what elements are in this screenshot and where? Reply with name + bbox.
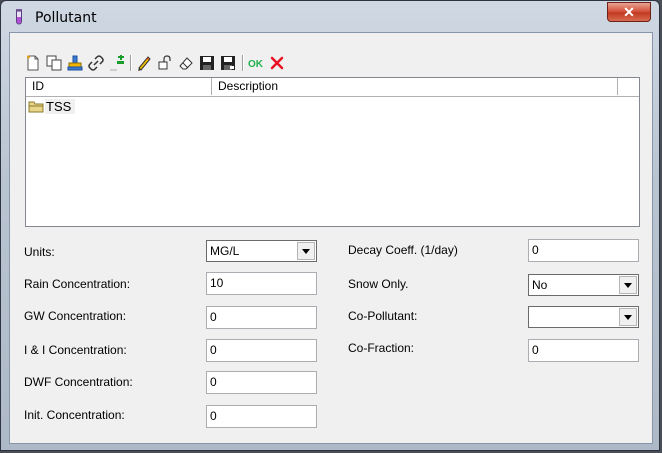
co-pollutant-label: Co-Pollutant:: [348, 309, 418, 323]
add-column-icon: [110, 55, 124, 71]
pollutant-grid[interactable]: ID Description TSS: [25, 77, 640, 227]
units-label: Units:: [24, 245, 55, 259]
ii-concentration-label: I & I Concentration:: [24, 343, 127, 357]
chevron-down-icon: [624, 282, 632, 288]
chevron-down-icon: [624, 314, 632, 320]
snow-only-value: No: [532, 278, 548, 292]
init-concentration-field[interactable]: 0: [206, 405, 317, 428]
column-header-id[interactable]: ID: [26, 78, 212, 95]
pollutant-window: Pollutant ✕ OK ID Description TSS Units:…: [0, 0, 660, 451]
edit-button[interactable]: [135, 54, 153, 72]
toolbar-separator: [242, 55, 244, 71]
units-value: MG/L: [210, 244, 240, 258]
co-pollutant-dropdown-button[interactable]: [619, 308, 637, 326]
copy-icon: [46, 55, 62, 71]
window-title: Pollutant: [35, 10, 97, 26]
stamp-icon: [67, 55, 83, 71]
dwf-concentration-field[interactable]: 0: [206, 371, 317, 394]
link-button[interactable]: [87, 54, 105, 72]
cancel-button[interactable]: [268, 54, 286, 72]
grid-header: ID Description: [26, 78, 639, 97]
units-dropdown-button[interactable]: [297, 242, 315, 260]
folder-icon: [28, 101, 44, 112]
svg-text:OK: OK: [248, 59, 264, 70]
add-column-button[interactable]: [108, 54, 126, 72]
snow-only-label: Snow Only.: [348, 277, 409, 291]
new-button[interactable]: [24, 54, 42, 72]
decay-coeff-field[interactable]: 0: [528, 239, 639, 262]
rain-concentration-field[interactable]: 10: [206, 272, 317, 295]
gw-concentration-label: GW Concentration:: [24, 309, 127, 323]
test-tube-icon: [12, 9, 26, 25]
close-icon: ✕: [623, 4, 635, 20]
snow-only-dropdown-button[interactable]: [619, 276, 637, 294]
ok-button[interactable]: OK: [247, 54, 265, 72]
save-as-button[interactable]: [219, 54, 237, 72]
eraser-button[interactable]: [177, 54, 195, 72]
decay-coeff-label: Decay Coeff. (1/day): [348, 243, 458, 257]
column-header-description[interactable]: Description: [212, 78, 618, 95]
dialog-body: OK ID Description TSS Units: MG/L Rain C…: [9, 32, 653, 444]
cancel-icon: [270, 56, 284, 70]
stamp-button[interactable]: [66, 54, 84, 72]
copy-button[interactable]: [45, 54, 63, 72]
new-icon: [27, 55, 39, 71]
gw-concentration-field[interactable]: 0: [206, 306, 317, 329]
co-fraction-label: Co-Fraction:: [348, 341, 415, 355]
close-button[interactable]: ✕: [607, 2, 651, 22]
title-bar[interactable]: Pollutant ✕: [1, 1, 659, 33]
table-row[interactable]: TSS: [28, 98, 76, 114]
dwf-concentration-label: DWF Concentration:: [24, 375, 133, 389]
co-fraction-field[interactable]: 0: [528, 339, 639, 362]
save-as-icon: [221, 56, 235, 70]
snow-only-select[interactable]: No: [528, 274, 639, 296]
save-button[interactable]: [198, 54, 216, 72]
pencil-icon: [138, 56, 151, 71]
co-pollutant-select[interactable]: [528, 306, 639, 328]
unlock-button[interactable]: [156, 54, 174, 72]
ii-concentration-field[interactable]: 0: [206, 339, 317, 362]
ok-icon: OK: [248, 59, 264, 70]
toolbar-separator: [130, 55, 132, 71]
save-icon: [200, 56, 214, 70]
chevron-down-icon: [302, 248, 310, 254]
link-icon: [88, 55, 104, 71]
edit-lock-icon: [158, 55, 171, 70]
eraser-icon: [179, 57, 193, 70]
row-id-cell: TSS: [45, 98, 76, 114]
rain-concentration-label: Rain Concentration:: [24, 277, 131, 291]
units-select[interactable]: MG/L: [206, 240, 317, 262]
init-concentration-label: Init. Concentration:: [24, 408, 125, 422]
